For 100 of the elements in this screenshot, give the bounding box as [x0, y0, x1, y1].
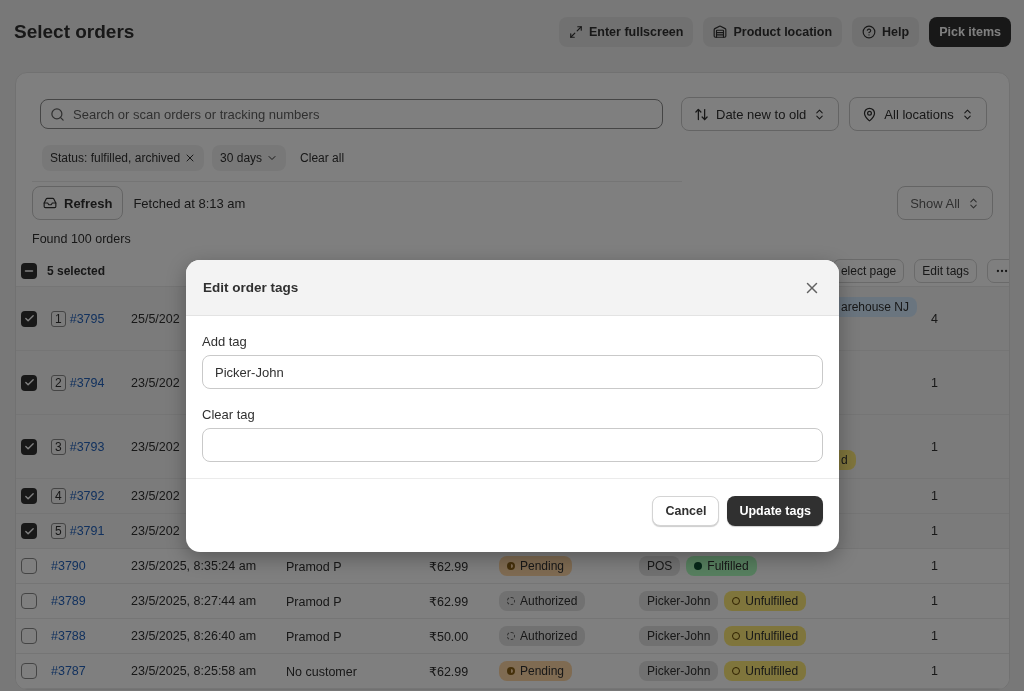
date-cell-text: 23/5/202	[131, 375, 181, 390]
date-cell-text: 23/5/2025, 8:27:44 am	[131, 594, 258, 608]
select-all-checkbox[interactable]	[21, 263, 37, 279]
page-title: Select orders	[14, 21, 135, 43]
order-link[interactable]: #3790	[51, 559, 86, 573]
check-icon	[23, 525, 35, 537]
customer-cell: Pramod P	[286, 594, 342, 609]
date-cell-text: 23/5/202	[131, 524, 181, 538]
status-badge: Unfulfilled	[724, 661, 807, 681]
pick-index: 3	[51, 438, 66, 455]
show-select[interactable]: Show All	[897, 186, 993, 220]
dialog-title: Edit order tags	[203, 280, 299, 295]
search-field[interactable]: Search or scan orders or tracking numbers	[40, 99, 663, 129]
status-badge: Unfulfilled	[724, 626, 807, 646]
order-link[interactable]: #3787	[51, 664, 86, 678]
quantity-cell-text: 1	[930, 629, 939, 643]
search-icon	[50, 107, 65, 122]
pick-index: 4	[51, 488, 66, 504]
field-label: Add tag	[202, 334, 248, 349]
quantity-cell-text: 1	[930, 439, 939, 454]
order-link[interactable]: #3792	[69, 489, 105, 503]
bulk-action-button[interactable]: elect page	[832, 259, 905, 283]
sort-select[interactable]: Date new to old	[681, 97, 840, 131]
customer-cell: Pramod P	[286, 559, 342, 574]
tag-badge: Picker-John	[639, 661, 719, 681]
check-icon	[23, 313, 35, 324]
quantity-cell-text: 1	[930, 489, 939, 503]
quantity-cell-text: 1	[930, 664, 939, 678]
status-badge: Authorized	[499, 626, 586, 646]
customer-cell: Pramod P	[286, 629, 342, 644]
status-badge: Pending	[499, 556, 573, 576]
expand-icon	[568, 25, 583, 39]
date-cell-text: 23/5/2025, 8:35:24 am	[131, 559, 258, 573]
header-button[interactable]: Pick items	[929, 17, 1011, 47]
order-link[interactable]: #3795	[69, 311, 105, 326]
row-checkbox[interactable]	[21, 628, 37, 644]
row-checkbox[interactable]	[21, 488, 37, 504]
amount-cell: ₹62.99	[429, 559, 469, 574]
tag-badge: Picker-John	[639, 591, 719, 611]
sort-icon	[694, 106, 709, 122]
header-button[interactable]: Help	[852, 17, 920, 47]
selected-count: 5 selected	[47, 264, 106, 278]
location-select[interactable]: All locations	[849, 97, 987, 131]
row-checkbox[interactable]	[21, 593, 37, 609]
order-link[interactable]: #3788	[51, 629, 86, 643]
status-badge: Fulfilled	[686, 556, 757, 576]
field-label: Clear tag	[202, 407, 256, 422]
warehouse-icon	[713, 25, 728, 39]
quantity-cell-text: 1	[930, 594, 939, 608]
row-checkbox[interactable]	[21, 310, 37, 327]
tag-badge: Picker-John	[639, 626, 719, 646]
row-checkbox[interactable]	[21, 523, 37, 539]
date-cell-text: 23/5/202	[131, 439, 181, 454]
tag-input-field[interactable]: Picker-John	[202, 355, 823, 389]
refresh-button[interactable]: Refresh	[32, 186, 124, 220]
quantity-cell-text: 1	[930, 524, 939, 538]
quantity-cell-text: 4	[930, 311, 939, 326]
header-button[interactable]: Product location	[703, 17, 843, 47]
row-checkbox[interactable]	[21, 663, 37, 679]
quantity-cell-text: 1	[930, 375, 939, 390]
chevron-icon	[967, 196, 980, 210]
order-link[interactable]: #3794	[69, 375, 105, 390]
date-cell-text: 23/5/2025, 8:25:58 am	[131, 664, 258, 678]
tag-badge: POS	[639, 556, 681, 576]
amount-cell: ₹62.99	[429, 664, 469, 679]
dialog-button[interactable]: Update tags	[727, 496, 823, 526]
row-checkbox[interactable]	[21, 558, 37, 574]
status-badge: Pending	[499, 661, 573, 681]
row-checkbox[interactable]	[21, 374, 37, 391]
bulk-action-button[interactable]: Edit tags	[914, 259, 977, 283]
status-badge: Authorized	[499, 591, 586, 611]
filter-chip[interactable]: Status: fulfilled, archived	[42, 145, 205, 171]
check-icon	[23, 441, 35, 452]
dialog-button[interactable]: Cancel	[652, 496, 720, 526]
more-button[interactable]	[987, 259, 1009, 283]
date-cell-text: 25/5/202	[131, 311, 181, 326]
pick-index: 1	[51, 310, 66, 327]
found-count: Found 100 orders	[32, 231, 132, 246]
quantity-cell-text: 1	[930, 559, 939, 573]
tag-input-field[interactable]	[202, 428, 823, 462]
amount-cell: ₹50.00	[429, 629, 469, 644]
pick-index: 2	[51, 374, 66, 391]
customer-cell: No customer	[286, 664, 357, 679]
date-cell-text: 23/5/202	[131, 489, 181, 503]
order-link[interactable]: #3789	[51, 594, 86, 608]
fetched-time: Fetched at 8:13 am	[133, 195, 246, 211]
check-icon	[23, 377, 35, 388]
status-badge: Unfulfilled	[724, 591, 807, 611]
status-badge: arehouse NJ	[839, 297, 918, 317]
help-icon	[862, 25, 877, 39]
row-checkbox[interactable]	[21, 438, 37, 455]
inbox-icon	[43, 196, 57, 210]
clear-all-link[interactable]: Clear all	[294, 151, 351, 165]
header-button[interactable]: Enter fullscreen	[558, 17, 694, 47]
date-cell-text: 23/5/2025, 8:26:40 am	[131, 629, 258, 643]
order-link[interactable]: #3793	[69, 439, 105, 454]
status-badge: d	[839, 450, 856, 470]
pick-index: 5	[51, 523, 66, 539]
filter-chip[interactable]: 30 days	[212, 145, 287, 171]
order-link[interactable]: #3791	[69, 524, 105, 538]
